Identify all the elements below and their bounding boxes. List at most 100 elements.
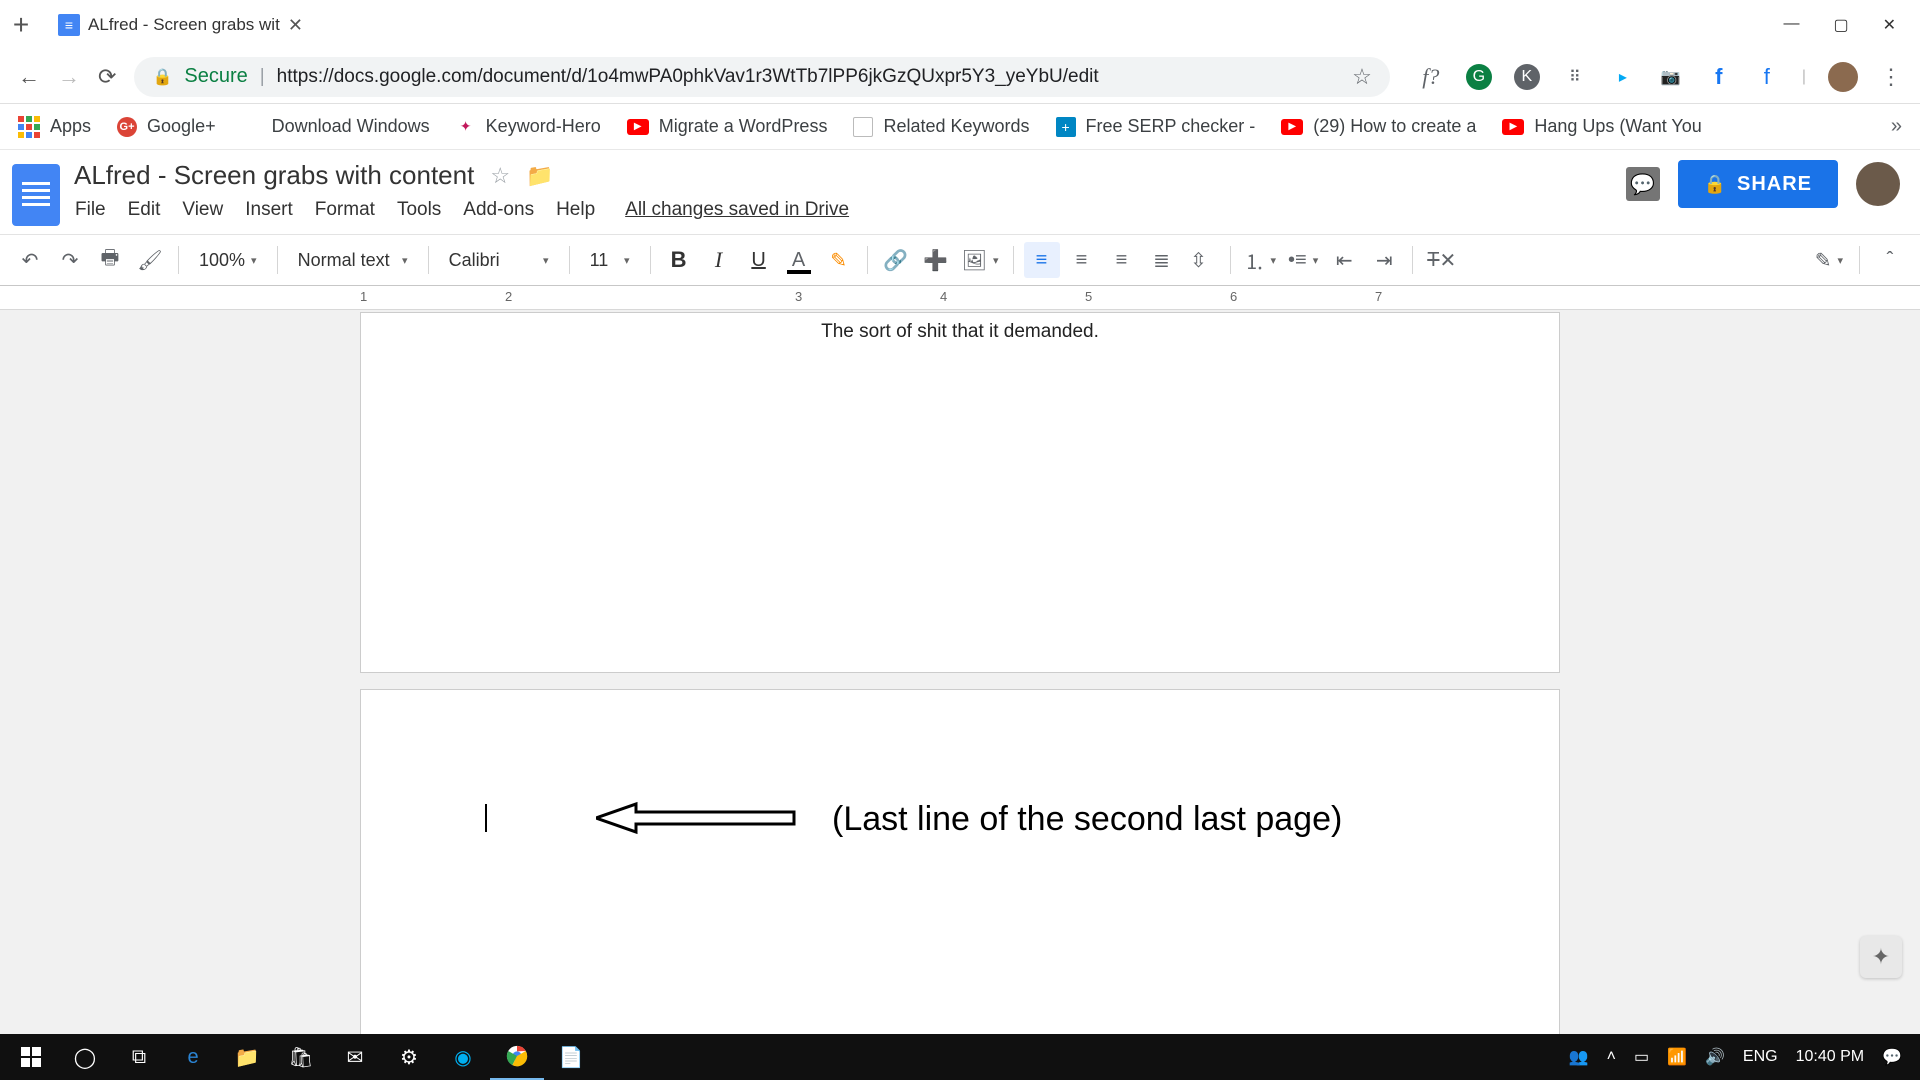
menu-addons[interactable]: Add-ons	[462, 197, 535, 223]
facebook-alt-icon[interactable]: f	[1754, 64, 1780, 90]
menu-file[interactable]: File	[74, 197, 107, 223]
back-button[interactable]: ←	[18, 64, 40, 90]
settings-button[interactable]: ⚙	[382, 1034, 436, 1080]
notepad-button[interactable]: 📄	[544, 1034, 598, 1080]
close-window-button[interactable]: ✕	[1883, 15, 1896, 35]
italic-button[interactable]: I	[701, 242, 737, 278]
chrome-menu-button[interactable]: ⋮	[1880, 64, 1902, 90]
indent-increase-button[interactable]: ⇥	[1366, 242, 1402, 278]
store-button[interactable]: 🛍	[274, 1034, 328, 1080]
bookmark-serp-checker[interactable]: +Free SERP checker -	[1056, 116, 1256, 137]
highlight-button[interactable]: ✎	[821, 242, 857, 278]
bookmarks-overflow-button[interactable]: »	[1891, 115, 1902, 138]
bookmark-hang-ups[interactable]: ▶Hang Ups (Want You	[1502, 116, 1701, 137]
menu-insert[interactable]: Insert	[244, 197, 294, 223]
document-title[interactable]: ALfred - Screen grabs with content	[74, 160, 474, 191]
facebook-icon[interactable]: f	[1706, 64, 1732, 90]
horizontal-ruler[interactable]: 1 2 3 4 5 6 7	[0, 286, 1920, 310]
bookmark-how-to-create[interactable]: ▶(29) How to create a	[1281, 116, 1476, 137]
insert-comment-button[interactable]: ➕	[918, 242, 954, 278]
collapse-toolbar-button[interactable]: ˆ	[1872, 242, 1908, 278]
clock[interactable]: 10:40 PM	[1796, 1048, 1864, 1066]
minimize-button[interactable]: —	[1783, 15, 1799, 35]
volume-icon[interactable]: 🔊	[1705, 1047, 1725, 1067]
comments-button[interactable]: 💬	[1626, 167, 1660, 201]
bookmark-googleplus[interactable]: G+Google+	[117, 116, 216, 137]
file-explorer-button[interactable]: 📁	[220, 1034, 274, 1080]
chrome-taskbar-button[interactable]	[490, 1034, 544, 1080]
paragraph-style-dropdown[interactable]: Normal text▾	[288, 242, 418, 278]
tray-expand-icon[interactable]: ˄	[1607, 1048, 1616, 1066]
forward-button[interactable]: →	[58, 64, 80, 90]
fonts-extension-icon[interactable]: f?	[1418, 64, 1444, 90]
start-button[interactable]	[4, 1034, 58, 1080]
url-input[interactable]: 🔒 Secure | https://docs.google.com/docum…	[134, 57, 1389, 97]
document-page[interactable]: The sort of shit that it demanded.	[360, 312, 1560, 673]
language-indicator[interactable]: ENG	[1743, 1048, 1778, 1066]
align-left-button[interactable]: ≡	[1024, 242, 1060, 278]
menu-edit[interactable]: Edit	[127, 197, 162, 223]
font-size-dropdown[interactable]: 11▾	[580, 242, 640, 278]
new-tab-button[interactable]: +	[6, 10, 36, 40]
underline-button[interactable]: U	[741, 242, 777, 278]
save-status[interactable]: All changes saved in Drive	[624, 197, 850, 223]
move-folder-icon[interactable]: 📁	[526, 163, 553, 189]
bookmark-migrate-wp[interactable]: ▶Migrate a WordPress	[627, 116, 828, 137]
star-document-icon[interactable]: ☆	[490, 163, 510, 189]
browser-tab[interactable]: ≡ ALfred - Screen grabs wit ✕	[44, 6, 317, 44]
print-button[interactable]: 🖶	[92, 242, 128, 278]
numbered-list-button[interactable]: ⒈▾	[1241, 242, 1281, 278]
indent-decrease-button[interactable]: ⇤	[1326, 242, 1362, 278]
zoom-dropdown[interactable]: 100%▾	[189, 242, 267, 278]
extension-k-icon[interactable]: K	[1514, 64, 1540, 90]
menu-tools[interactable]: Tools	[396, 197, 442, 223]
edge-button[interactable]: e	[166, 1034, 220, 1080]
align-right-button[interactable]: ≡	[1104, 242, 1140, 278]
bookmark-windows[interactable]: Download Windows	[242, 116, 430, 137]
explore-button[interactable]: ✦	[1860, 936, 1902, 978]
star-bookmark-icon[interactable]: ☆	[1352, 64, 1372, 90]
wifi-icon[interactable]: 📶	[1667, 1047, 1687, 1067]
docs-logo-icon[interactable]	[12, 164, 60, 226]
align-justify-button[interactable]: ≣	[1144, 242, 1180, 278]
bold-button[interactable]: B	[661, 242, 697, 278]
line-spacing-button[interactable]: ⇳	[1184, 242, 1220, 278]
action-center-icon[interactable]: 💬	[1882, 1047, 1902, 1067]
menu-view[interactable]: View	[181, 197, 224, 223]
people-icon[interactable]: 👥	[1569, 1047, 1589, 1067]
cortana-button[interactable]: ◯	[58, 1034, 112, 1080]
camera-extension-icon[interactable]: 📷	[1658, 64, 1684, 90]
bookmark-keywordhero[interactable]: ✦Keyword-Hero	[456, 116, 601, 137]
document-page[interactable]	[360, 689, 1560, 1038]
mail-button[interactable]: ✉	[328, 1034, 382, 1080]
share-button[interactable]: 🔒 SHARE	[1678, 160, 1838, 208]
extension-dots-icon[interactable]: ⠿	[1562, 64, 1588, 90]
grammarly-icon[interactable]: G	[1466, 64, 1492, 90]
battery-icon[interactable]: ▭	[1634, 1047, 1649, 1067]
document-canvas[interactable]: The sort of shit that it demanded. (Last…	[0, 310, 1920, 1038]
menu-format[interactable]: Format	[314, 197, 376, 223]
user-avatar[interactable]	[1856, 162, 1900, 206]
paint-format-button[interactable]: 🖌	[132, 242, 168, 278]
undo-button[interactable]: ↶	[12, 242, 48, 278]
bullet-list-button[interactable]: •≡▾	[1284, 242, 1322, 278]
insert-image-button[interactable]: 🖼▾	[958, 242, 1003, 278]
skype-button[interactable]: ◉	[436, 1034, 490, 1080]
insert-link-button[interactable]: 🔗	[878, 242, 914, 278]
bookmark-related-keywords[interactable]: Related Keywords	[853, 116, 1029, 137]
tab-close-button[interactable]: ✕	[288, 15, 303, 36]
extension-flag-icon[interactable]: ▸	[1610, 64, 1636, 90]
document-text-line[interactable]: The sort of shit that it demanded.	[481, 319, 1439, 343]
maximize-button[interactable]: ▢	[1833, 15, 1848, 35]
font-dropdown[interactable]: Calibri▾	[439, 242, 559, 278]
editing-mode-button[interactable]: ✎▾	[1811, 242, 1847, 278]
align-center-button[interactable]: ≡	[1064, 242, 1100, 278]
menu-help[interactable]: Help	[555, 197, 596, 223]
profile-avatar[interactable]	[1828, 62, 1858, 92]
task-view-button[interactable]: ⧉	[112, 1034, 166, 1080]
reload-button[interactable]: ⟳	[98, 64, 116, 90]
apps-button[interactable]: Apps	[18, 116, 91, 138]
text-color-button[interactable]: A	[781, 242, 817, 278]
clear-formatting-button[interactable]: T✕	[1423, 242, 1460, 278]
redo-button[interactable]: ↷	[52, 242, 88, 278]
